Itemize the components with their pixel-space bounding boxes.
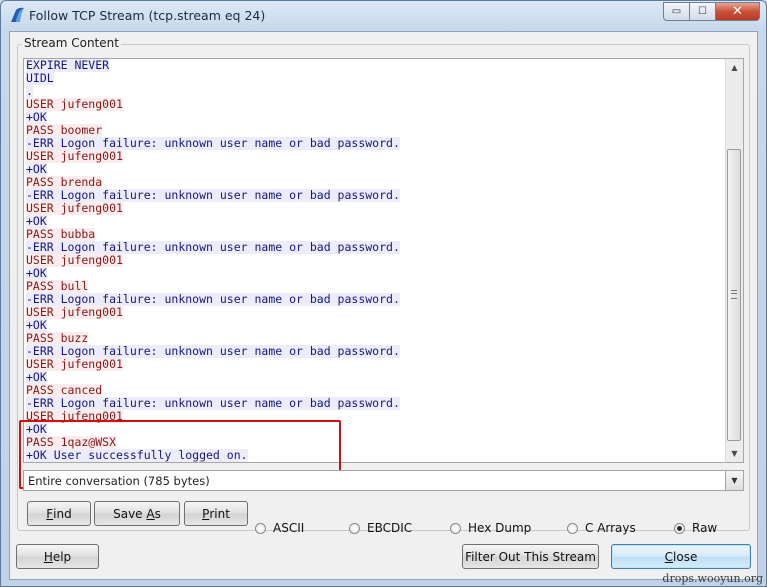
conversation-select-value: Entire conversation (785 bytes) — [28, 474, 210, 488]
scrollbar-grip-icon — [731, 290, 737, 299]
radio-button-icon[interactable] — [450, 522, 461, 534]
close-icon: ✕ — [732, 4, 743, 19]
wireshark-fin-icon — [11, 7, 24, 22]
radio-button-icon[interactable] — [567, 522, 578, 534]
minimize-button[interactable]: ▭ — [663, 2, 690, 21]
save-as-mnemonic: A — [146, 506, 155, 521]
window-title: Follow TCP Stream (tcp.stream eq 24) — [29, 8, 266, 23]
find-label: ind — [53, 506, 72, 521]
filter-out-label: Filter Out This Stream — [465, 549, 596, 564]
filter-out-stream-button[interactable]: Filter Out This Stream — [462, 544, 599, 569]
close-mnemonic: C — [664, 549, 674, 564]
format-radio-raw[interactable]: Raw — [674, 521, 717, 535]
scrollbar-thumb[interactable] — [727, 149, 741, 441]
radio-label: Hex Dump — [468, 521, 532, 535]
find-button[interactable]: Find — [27, 501, 91, 526]
save-as-label-rest: s — [154, 506, 161, 521]
save-as-button[interactable]: Save As — [94, 501, 180, 526]
close-button[interactable]: Close — [611, 544, 751, 569]
help-button[interactable]: Help — [16, 544, 99, 569]
scroll-up-arrow-icon[interactable]: ▲ — [726, 59, 743, 76]
format-radio-c-arrays[interactable]: C Arrays — [567, 521, 636, 535]
window-controls: ▭ ☐ ✕ — [663, 2, 760, 21]
minimize-icon: ▭ — [671, 6, 682, 17]
radio-button-icon[interactable] — [349, 522, 360, 534]
print-label: rint — [209, 506, 230, 521]
help-label: elp — [52, 549, 72, 564]
dialog-client-area: Stream Content EXPIRE NEVER UIDL. USER juf… — [9, 31, 758, 580]
chevron-down-icon[interactable]: ▼ — [725, 471, 743, 490]
print-button[interactable]: Print — [184, 501, 248, 526]
radio-button-icon[interactable] — [674, 522, 685, 534]
maximize-icon: ☐ — [698, 6, 707, 17]
stream-text-view[interactable]: EXPIRE NEVER UIDL. USER jufeng001 +OK PASS b… — [23, 58, 744, 463]
format-radio-ebcdic[interactable]: EBCDIC — [349, 521, 412, 535]
radio-label: EBCDIC — [367, 521, 413, 535]
save-as-label-pre: Save — [113, 506, 147, 521]
close-window-button[interactable]: ✕ — [716, 2, 760, 21]
radio-label: C Arrays — [585, 521, 636, 535]
close-label: lose — [673, 549, 698, 564]
scroll-down-arrow-icon[interactable]: ▼ — [726, 445, 743, 462]
format-radio-ascii[interactable]: ASCII — [255, 521, 304, 535]
help-mnemonic: H — [43, 549, 53, 564]
format-radio-hex-dump[interactable]: Hex Dump — [450, 521, 531, 535]
find-mnemonic: F — [46, 506, 54, 521]
radio-label: ASCII — [273, 521, 305, 535]
title-bar[interactable]: Follow TCP Stream (tcp.stream eq 24) ▭ ☐… — [1, 1, 766, 31]
maximize-button[interactable]: ☐ — [690, 2, 716, 21]
stream-content-group: Stream Content EXPIRE NEVER UIDL. USER juf… — [17, 36, 750, 535]
radio-label: Raw — [692, 521, 718, 535]
watermark-text: drops.wooyun.org — [662, 572, 763, 585]
group-label: Stream Content — [22, 36, 121, 50]
conversation-select[interactable]: Entire conversation (785 bytes) ▼ — [23, 470, 744, 491]
follow-tcp-stream-window: Follow TCP Stream (tcp.stream eq 24) ▭ ☐… — [0, 0, 767, 587]
radio-button-icon[interactable] — [255, 522, 266, 534]
print-mnemonic: P — [202, 506, 210, 521]
stream-lines: EXPIRE NEVER UIDL. USER jufeng001 +OK PASS b… — [26, 59, 400, 462]
vertical-scrollbar[interactable]: ▲ ▼ — [725, 59, 743, 462]
